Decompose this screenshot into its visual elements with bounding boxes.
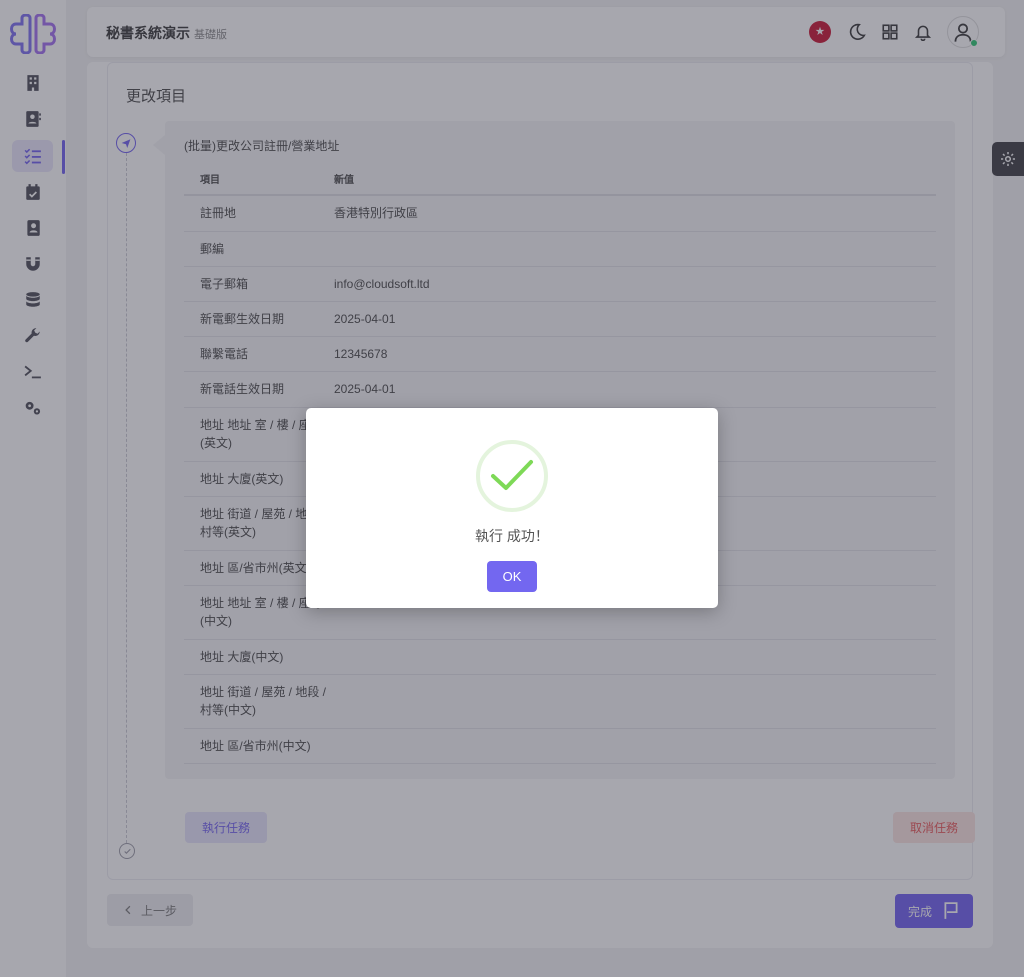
success-dialog: 執行 成功！ OK — [306, 408, 718, 608]
success-message: 執行 成功！ — [475, 528, 549, 544]
ok-button[interactable]: OK — [487, 561, 537, 592]
success-check-icon — [476, 440, 548, 512]
